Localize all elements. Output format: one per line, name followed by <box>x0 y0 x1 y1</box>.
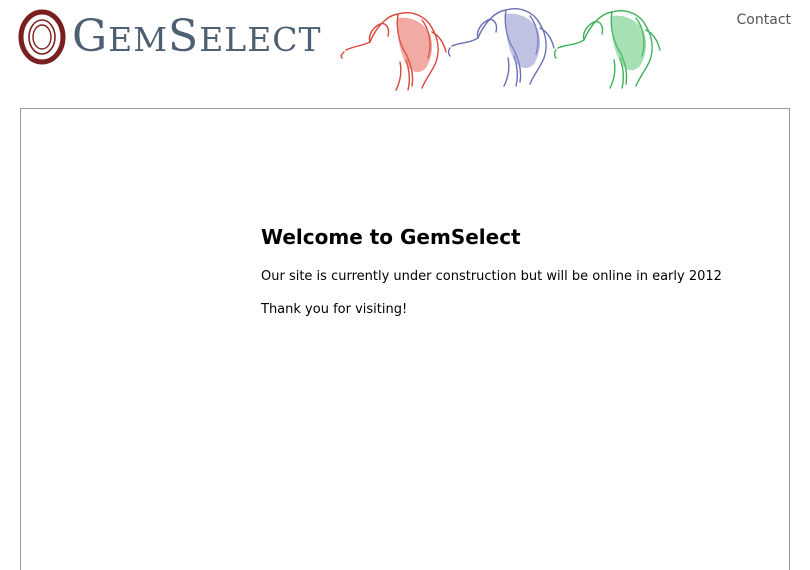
red-elephant-icon <box>340 12 447 91</box>
header: GemSelect <box>0 0 810 100</box>
contact-link[interactable]: Contact <box>737 12 791 28</box>
welcome-section: Welcome to GemSelect Our site is current… <box>261 225 771 317</box>
elephant-banner <box>340 2 665 94</box>
logo-wordmark: GemSelect <box>72 11 322 62</box>
green-elephant-icon <box>554 10 661 89</box>
gemselect-logo[interactable]: GemSelect <box>18 8 322 66</box>
content-panel: Welcome to GemSelect Our site is current… <box>20 108 790 570</box>
blue-elephant-icon <box>448 8 555 87</box>
page-title: Welcome to GemSelect <box>261 225 521 249</box>
logo-ring-icon <box>18 9 66 65</box>
page: GemSelect <box>0 0 810 570</box>
construction-message: Our site is currently under construction… <box>261 269 722 284</box>
thanks-message: Thank you for visiting! <box>261 302 408 317</box>
